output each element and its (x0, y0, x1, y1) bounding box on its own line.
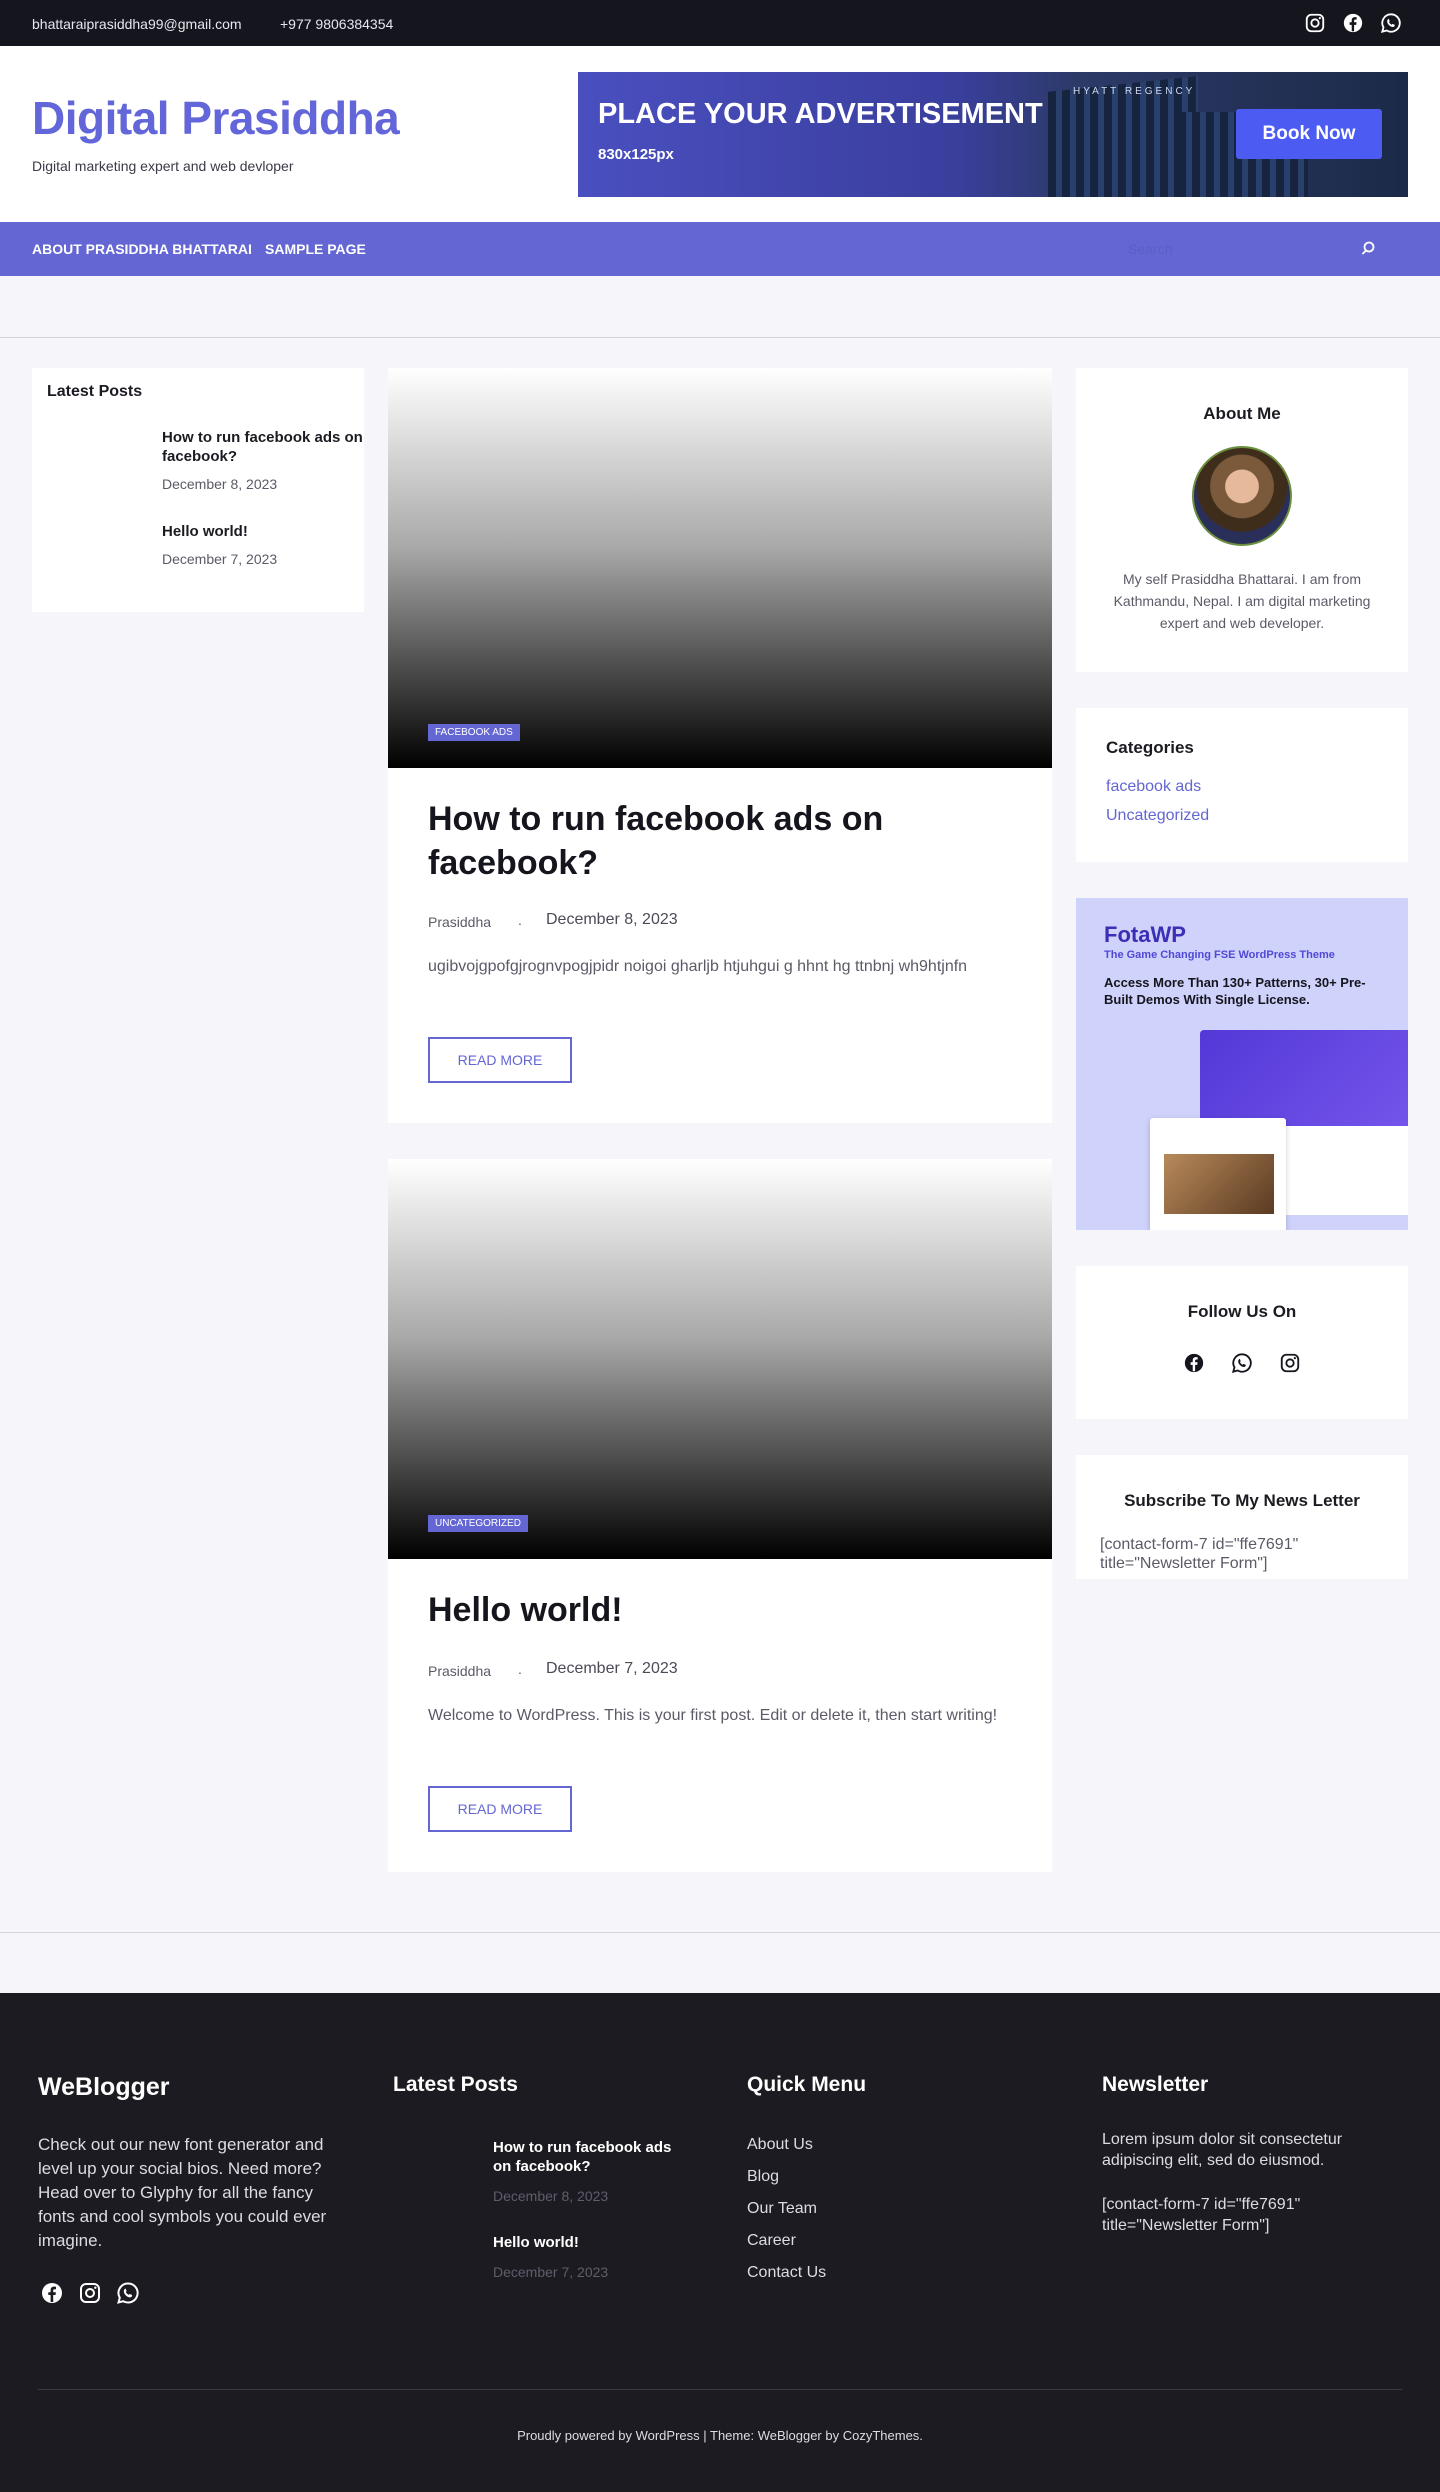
advertisement-banner[interactable]: HYATT REGENCY PLACE YOUR ADVERTISEMENT 8… (578, 72, 1408, 197)
post-title[interactable]: How to run facebook ads on facebook? (428, 797, 1008, 885)
facebook-icon[interactable] (40, 2281, 64, 2305)
facebook-icon[interactable] (1342, 12, 1364, 34)
category-link[interactable]: Uncategorized (1106, 807, 1209, 825)
topbar-social-links (1304, 12, 1402, 34)
newsletter-form-shortcode: [contact-form-7 id="ffe7691" title="News… (1100, 1536, 1299, 1572)
site-title[interactable]: Digital Prasiddha (32, 91, 400, 145)
footer-post-date: December 7, 2023 (493, 2264, 609, 2280)
post-date[interactable]: December 7, 2023 (546, 1660, 678, 1677)
facebook-icon[interactable] (1183, 1352, 1205, 1374)
top-bar: bhattaraiprasiddha99@gmail.com +977 9806… (0, 0, 1440, 46)
footer-newsletter-shortcode: [contact-form-7 id="ffe7691" title="News… (1102, 2196, 1301, 2234)
post-category-badge[interactable]: UNCATEGORIZED (428, 1515, 528, 1532)
post-date-wrap: December 8, 2023 (546, 911, 678, 929)
widget-title: Follow Us On (1187, 1302, 1297, 1321)
post-card: UNCATEGORIZED Hello world! Prasiddha . D… (388, 1159, 1052, 1872)
list-item: Hello world! December 7, 2023 (162, 522, 367, 567)
site-tagline: Digital marketing expert and web devlope… (32, 158, 294, 174)
follow-us-widget: Follow Us On (1076, 1266, 1408, 1419)
search-icon[interactable] (1360, 239, 1380, 259)
instagram-icon[interactable] (78, 2281, 102, 2305)
ad-size: 830x125px (598, 146, 674, 163)
post-meta-separator: . (518, 912, 522, 928)
read-more-button[interactable]: READ MORE (428, 1037, 572, 1083)
footer-divider (38, 2389, 1402, 2390)
latest-post-date: December 8, 2023 (162, 476, 278, 492)
categories-widget: Categories facebook ads Uncategorized (1076, 708, 1408, 862)
main-navigation: ABOUT PRASIDDHA BHATTARAI SAMPLE PAGE (0, 222, 1440, 276)
nav-item-sample-page[interactable]: SAMPLE PAGE (265, 241, 366, 257)
post-author[interactable]: Prasiddha (428, 914, 491, 930)
list-item: Hello world! December 7, 2023 (493, 2233, 693, 2280)
footer-menu-item[interactable]: About Us (747, 2136, 813, 2154)
post-thumbnail[interactable] (388, 1159, 1052, 1559)
promo-subtitle: The Game Changing FSE WordPress Theme (1104, 949, 1335, 961)
footer-menu-item[interactable]: Career (747, 2232, 796, 2250)
footer-copyright[interactable]: Proudly powered by WordPress | Theme: We… (0, 2428, 1440, 2443)
footer-about-text: Check out our new font generator and lev… (38, 2135, 327, 2250)
post-category-badge[interactable]: FACEBOOK ADS (428, 724, 520, 741)
footer-brand-title: WeBlogger (38, 2073, 170, 2101)
post-author[interactable]: Prasiddha (428, 1663, 491, 1679)
newsletter-widget: Subscribe To My News Letter [contact-for… (1076, 1455, 1408, 1579)
footer-social-links (40, 2281, 140, 2305)
widget-title: Subscribe To My News Letter (1124, 1491, 1360, 1510)
footer-newsletter-title: Newsletter (1102, 2073, 1209, 2096)
footer-post-date: December 8, 2023 (493, 2188, 609, 2204)
nav-item-about[interactable]: ABOUT PRASIDDHA BHATTARAI (32, 241, 252, 257)
list-item: How to run facebook ads on facebook? Dec… (493, 2138, 693, 2204)
latest-post-title[interactable]: How to run facebook ads on facebook? (162, 428, 367, 466)
footer-menu-item[interactable]: Blog (747, 2168, 779, 2186)
promo-title: FotaWP (1104, 922, 1186, 947)
content-top-divider (0, 337, 1440, 338)
fotawp-promo-banner[interactable]: FotaWP The Game Changing FSE WordPress T… (1076, 898, 1408, 1230)
contact-email[interactable]: bhattaraiprasiddha99@gmail.com (32, 16, 242, 32)
widget-title: About Me (1203, 404, 1281, 423)
whatsapp-icon[interactable] (116, 2281, 140, 2305)
widget-title: Categories (1106, 738, 1194, 757)
content-bottom-divider (0, 1932, 1440, 1933)
footer-menu-item[interactable]: Contact Us (747, 2264, 826, 2282)
search-input[interactable] (1128, 236, 1343, 262)
widget-title: Latest Posts (47, 383, 143, 400)
footer-latest-posts-title: Latest Posts (393, 2073, 518, 2096)
latest-posts-widget: Latest Posts How to run facebook ads on … (32, 368, 364, 612)
list-item: How to run facebook ads on facebook? Dec… (162, 428, 367, 492)
latest-post-date: December 7, 2023 (162, 551, 278, 567)
instagram-icon[interactable] (1304, 12, 1326, 34)
promo-screenshot (1150, 1118, 1286, 1230)
post-excerpt: Welcome to WordPress. This is your first… (428, 1707, 998, 1724)
footer-post-title[interactable]: Hello world! (493, 2233, 693, 2252)
whatsapp-icon[interactable] (1231, 1352, 1253, 1374)
building-sign: HYATT REGENCY (1073, 86, 1196, 97)
about-text: My self Prasiddha Bhattarai. I am from K… (1113, 571, 1371, 631)
about-me-widget: About Me My self Prasiddha Bhattarai. I … (1076, 368, 1408, 672)
post-meta-separator: . (518, 1661, 522, 1677)
book-now-button[interactable]: Book Now (1236, 109, 1382, 159)
post-date-wrap: December 7, 2023 (546, 1660, 678, 1678)
site-header: Digital Prasiddha Digital marketing expe… (0, 46, 1440, 222)
post-card: FACEBOOK ADS How to run facebook ads on … (388, 368, 1052, 1123)
read-more-button[interactable]: READ MORE (428, 1786, 572, 1832)
ad-title: PLACE YOUR ADVERTISEMENT (598, 98, 1043, 130)
whatsapp-icon[interactable] (1380, 12, 1402, 34)
post-title[interactable]: Hello world! (428, 1588, 1008, 1632)
footer-quick-menu-title: Quick Menu (747, 2073, 867, 2096)
post-thumbnail[interactable] (388, 368, 1052, 768)
post-excerpt: ugibvojgpofgjrognvpogjpidr noigoi gharlj… (428, 958, 968, 975)
avatar (1192, 446, 1292, 546)
post-date[interactable]: December 8, 2023 (546, 911, 678, 928)
footer-post-title[interactable]: How to run facebook ads on facebook? (493, 2138, 693, 2176)
category-link[interactable]: facebook ads (1106, 778, 1201, 796)
promo-description: Access More Than 130+ Patterns, 30+ Pre-… (1104, 975, 1366, 1007)
latest-post-title[interactable]: Hello world! (162, 522, 367, 541)
site-footer: WeBlogger Check out our new font generat… (0, 1993, 1440, 2492)
contact-phone[interactable]: +977 9806384354 (280, 16, 393, 32)
follow-social-links (1183, 1352, 1301, 1374)
instagram-icon[interactable] (1279, 1352, 1301, 1374)
footer-newsletter-text: Lorem ipsum dolor sit consectetur adipis… (1102, 2131, 1343, 2169)
footer-menu-item[interactable]: Our Team (747, 2200, 817, 2218)
